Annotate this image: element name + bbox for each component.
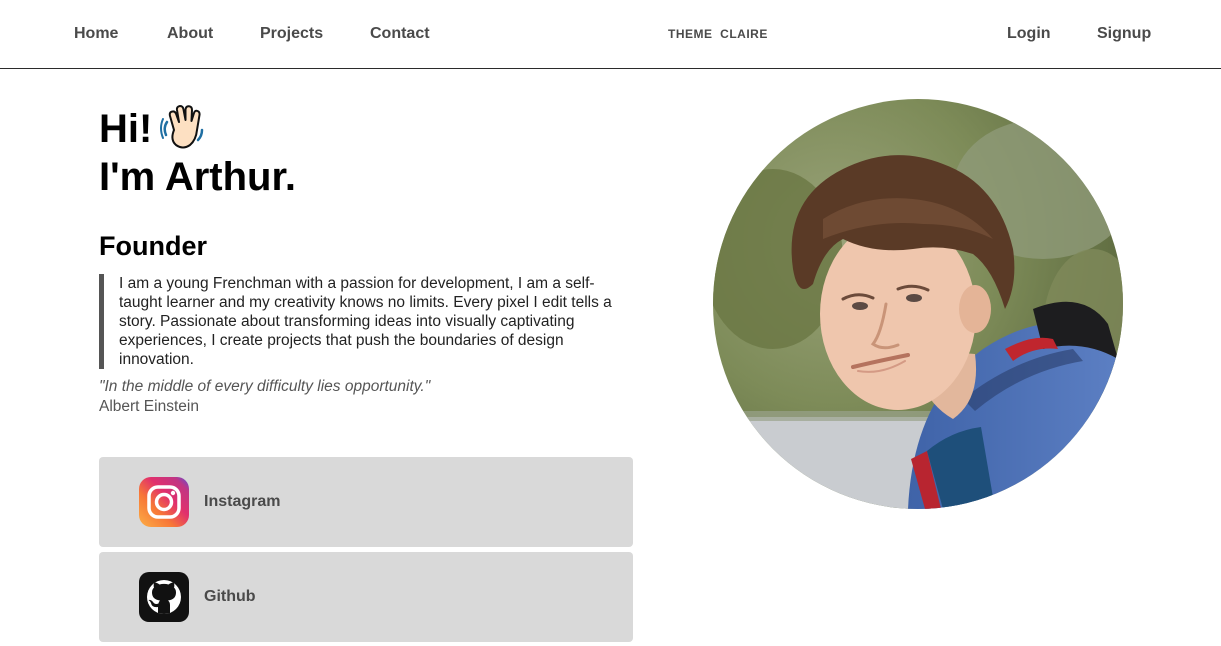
hero-greeting: Hi! I'm Arthur. xyxy=(99,104,296,201)
instagram-label: Instagram xyxy=(204,493,281,510)
brand-logo-text[interactable]: THEME CLAIRE xyxy=(668,27,768,41)
waving-hand-icon xyxy=(160,104,206,150)
github-link-card[interactable]: Github xyxy=(99,552,633,642)
top-navbar: Home About Projects Contact THEME CLAIRE… xyxy=(0,0,1221,69)
nav-contact-link[interactable]: Contact xyxy=(370,25,430,43)
github-label: Github xyxy=(204,588,256,605)
nav-projects-link[interactable]: Projects xyxy=(260,25,323,43)
quote-author: Albert Einstein xyxy=(99,398,199,415)
instagram-link-card[interactable]: Instagram xyxy=(99,457,633,547)
github-icon xyxy=(139,572,189,622)
bio-paragraph: I am a young Frenchman with a passion fo… xyxy=(99,274,629,369)
role-title: Founder xyxy=(99,231,207,261)
signup-link[interactable]: Signup xyxy=(1097,25,1151,43)
quote-text: "In the middle of every difficulty lies … xyxy=(99,378,431,395)
nav-home-link[interactable]: Home xyxy=(74,25,118,43)
greeting-line-2: I'm Arthur. xyxy=(99,155,296,199)
nav-about-link[interactable]: About xyxy=(167,25,213,43)
instagram-icon xyxy=(139,477,189,527)
greeting-line-1: Hi! xyxy=(99,107,153,151)
profile-photo xyxy=(713,99,1123,509)
login-link[interactable]: Login xyxy=(1007,25,1051,43)
